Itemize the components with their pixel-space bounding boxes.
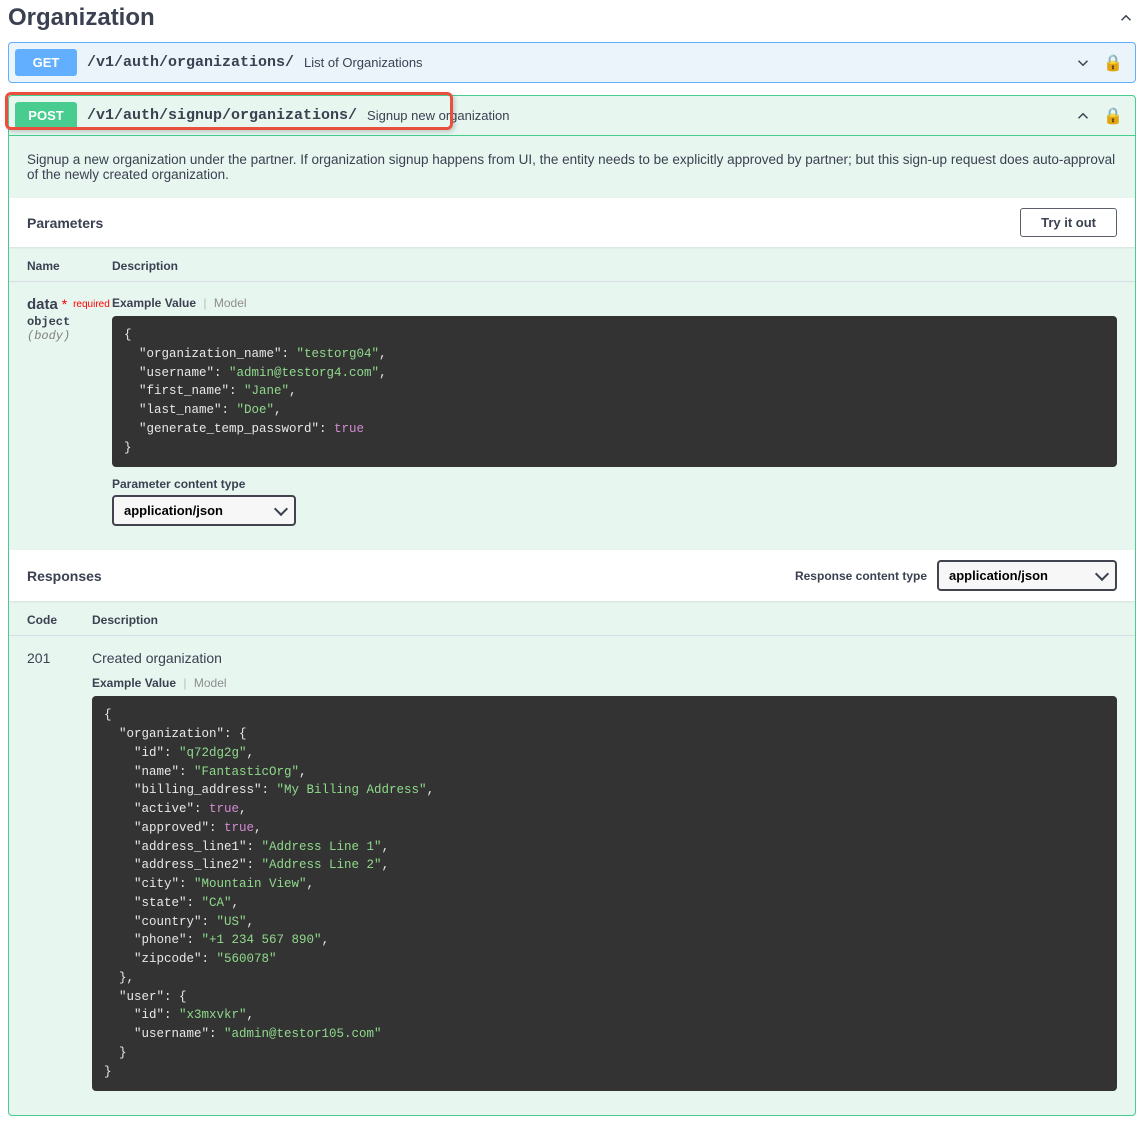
operation-body: Signup a new organization under the part… [9,135,1135,1115]
section-title: Organization [8,4,155,32]
try-it-out-button[interactable]: Try it out [1020,208,1117,237]
col-header-code: Code [27,613,92,627]
response-example-code: { "organization": { "id": "q72dg2g", "na… [92,696,1117,1091]
required-label: required [71,299,110,310]
endpoint-path: /v1/auth/signup/organizations/ [87,107,357,124]
param-name: data [27,296,58,313]
responses-bar: Responses Response content type applicat… [9,550,1135,601]
response-row: 201 Created organization Example Value |… [9,636,1135,1115]
collapse-icon[interactable] [1073,106,1093,126]
response-title: Created organization [92,650,1117,666]
parameters-bar: Parameters Try it out [9,198,1135,247]
collapse-section-icon[interactable] [1116,8,1136,28]
response-description-cell: Created organization Example Value | Mod… [92,650,1117,1091]
response-table-header: Code Description [9,601,1135,636]
tab-example-value[interactable]: Example Value [112,296,196,310]
param-in: (body) [27,329,112,343]
endpoint-summary: List of Organizations [304,55,423,70]
example-model-tabs: Example Value | Model [92,676,1117,690]
request-example-code[interactable]: { "organization_name": "testorg04", "use… [112,316,1117,467]
tab-example-value[interactable]: Example Value [92,676,176,690]
param-type: object [27,315,112,329]
example-model-tabs: Example Value | Model [112,296,1117,310]
parameters-heading: Parameters [27,215,103,231]
response-content-type-label: Response content type [795,569,927,583]
param-content-type-label: Parameter content type [112,477,1117,491]
endpoint-summary: Signup new organization [367,108,509,123]
response-content-type-select[interactable]: application/json [937,560,1117,591]
param-row: data * required object (body) Example Va… [9,282,1135,550]
operation-summary[interactable]: GET /v1/auth/organizations/ List of Orga… [9,43,1135,82]
response-code: 201 [27,650,92,666]
endpoint-path: /v1/auth/organizations/ [87,54,294,71]
tab-model[interactable]: Model [194,676,227,690]
required-star: * [62,296,67,312]
expand-icon[interactable] [1073,53,1093,73]
tab-model[interactable]: Model [214,296,247,310]
operation-post-signup-organizations: POST /v1/auth/signup/organizations/ Sign… [8,95,1136,1116]
param-content-type-select[interactable]: application/json [112,495,296,526]
operation-get-organizations: GET /v1/auth/organizations/ List of Orga… [8,42,1136,83]
col-header-name: Name [27,259,112,273]
param-description-cell: Example Value | Model { "organization_na… [112,296,1117,526]
responses-heading: Responses [27,568,102,584]
method-badge-get: GET [15,49,77,76]
operation-summary[interactable]: POST /v1/auth/signup/organizations/ Sign… [9,96,1135,135]
lock-icon[interactable]: 🔒 [1103,106,1123,126]
operation-description: Signup a new organization under the part… [9,136,1135,198]
section-header[interactable]: Organization [8,0,1136,42]
col-header-resp-description: Description [92,613,1117,627]
param-meta: data * required object (body) [27,296,112,343]
lock-icon[interactable]: 🔒 [1103,53,1123,73]
col-header-description: Description [112,259,1117,273]
param-table-header: Name Description [9,247,1135,282]
method-badge-post: POST [15,102,77,129]
